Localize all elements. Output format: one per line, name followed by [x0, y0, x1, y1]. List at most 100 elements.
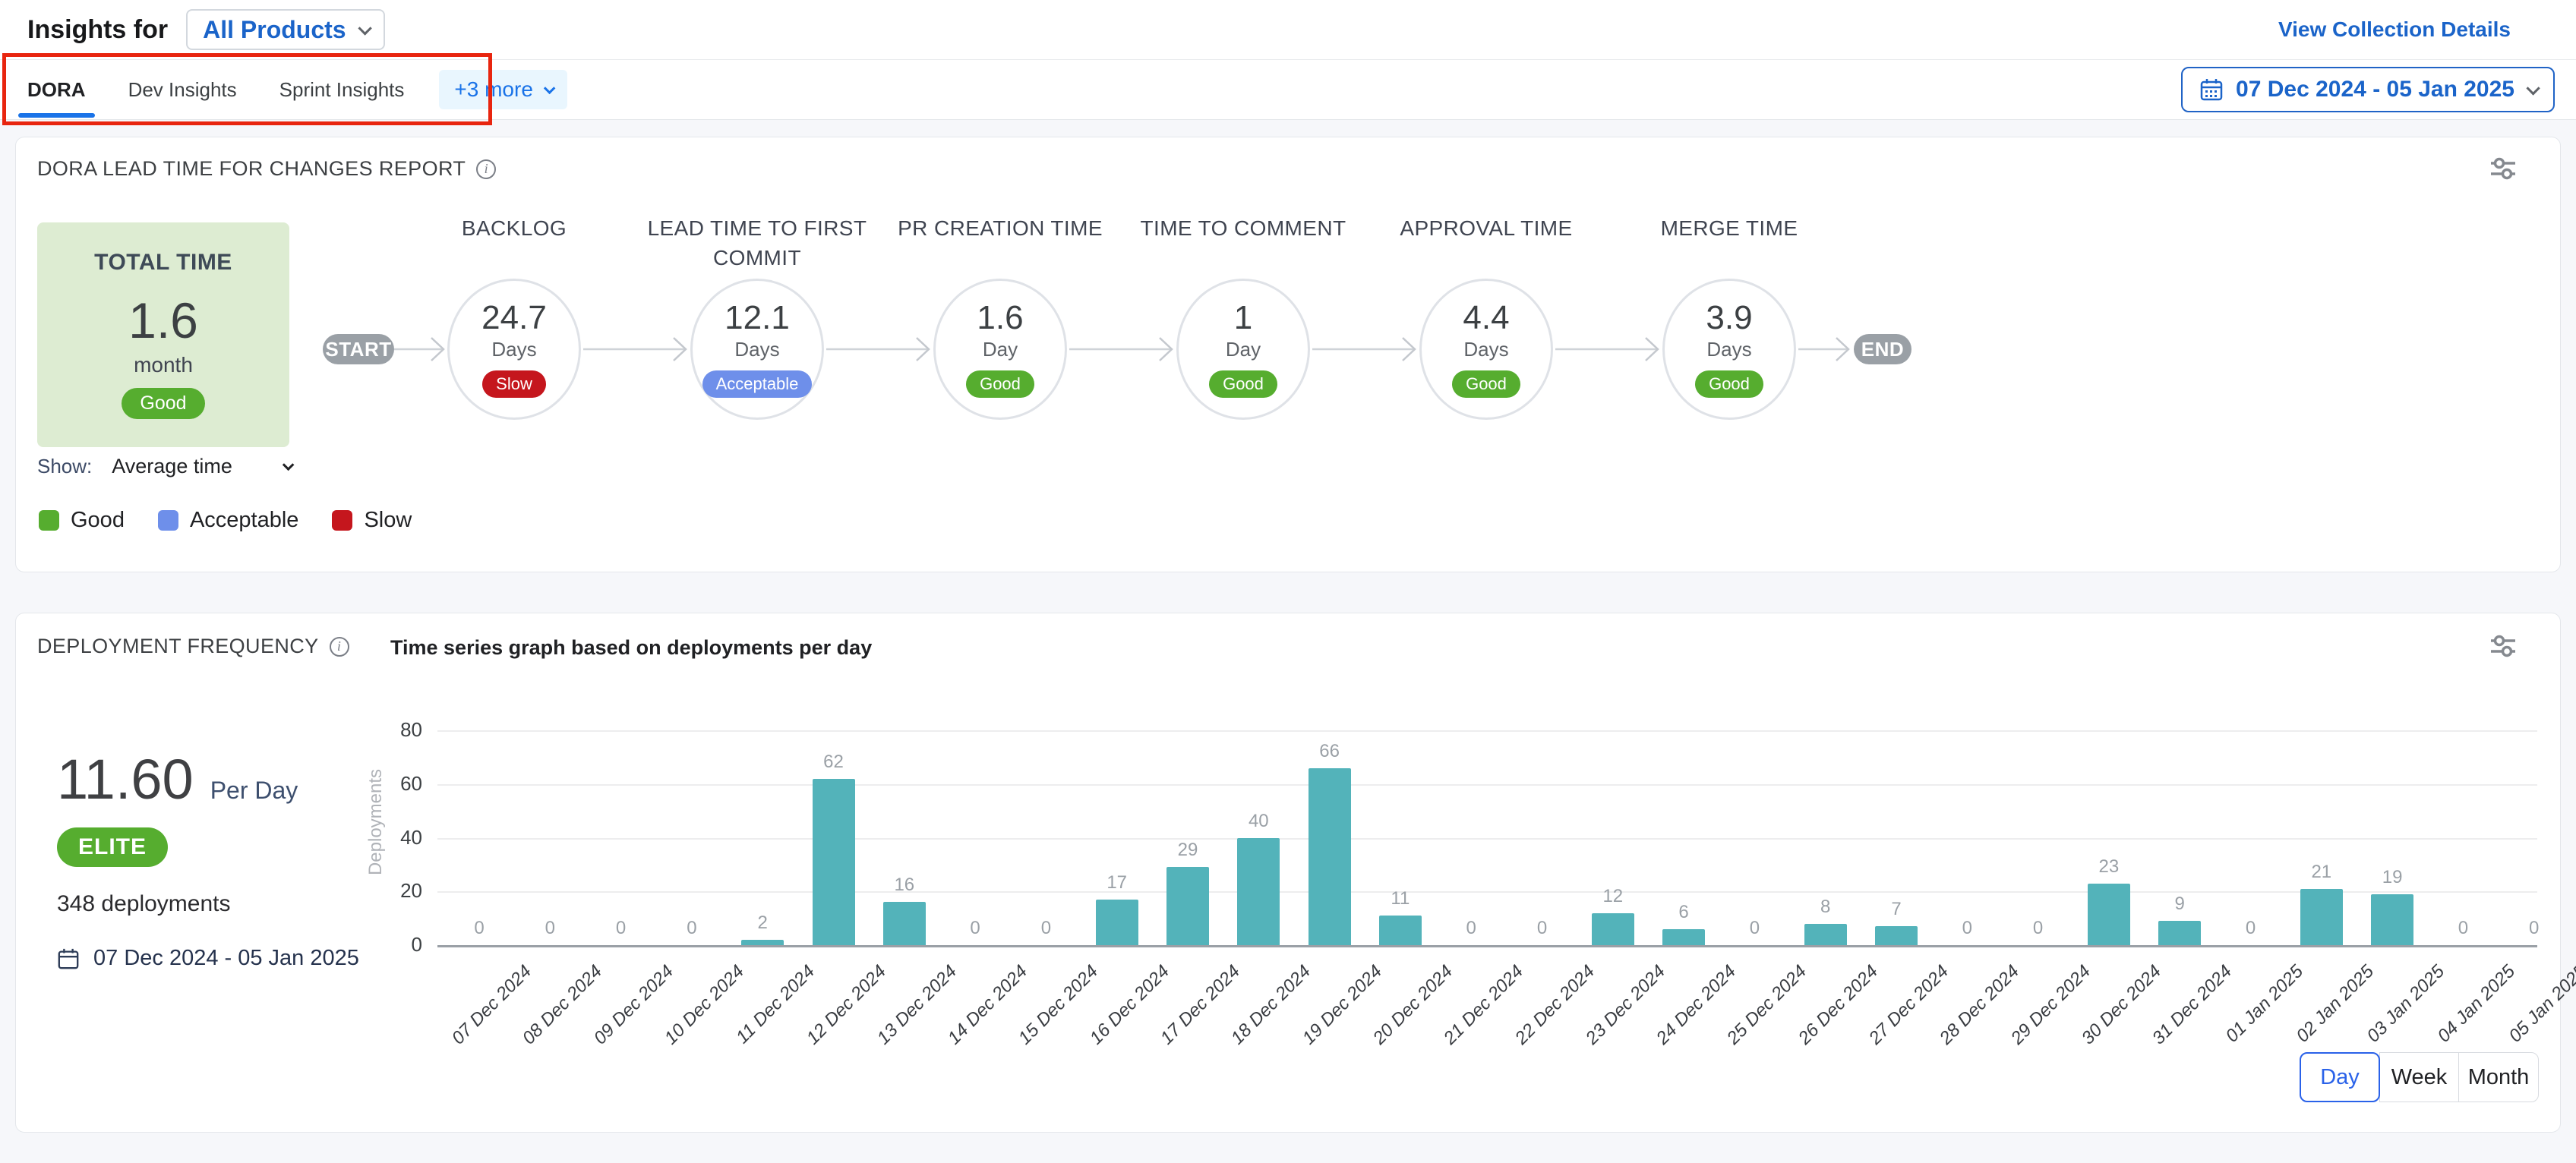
stage-label: PR CREATION TIME: [871, 213, 1129, 243]
granularity-day-button[interactable]: Day: [2300, 1052, 2380, 1102]
info-icon[interactable]: i: [476, 159, 496, 179]
legend-swatch: [332, 510, 352, 531]
bar-value-label: 0: [941, 918, 1009, 939]
x-axis-tick: 21 Dec 2024: [1395, 961, 1528, 1094]
stage-node-merge-time[interactable]: 3.9DaysGood: [1662, 279, 1796, 420]
tab-dev-insights[interactable]: Dev Insights: [124, 60, 242, 119]
stage-node-lead-time-to-first-commit[interactable]: 12.1DaysAcceptable: [690, 279, 824, 420]
x-axis-tick: 30 Dec 2024: [2032, 961, 2165, 1094]
x-axis-tick: 12 Dec 2024: [757, 961, 890, 1094]
granularity-month-button[interactable]: Month: [2458, 1052, 2539, 1102]
bar[interactable]: [2088, 884, 2130, 945]
stage-status-badge: Good: [1695, 370, 1763, 398]
bar-value-label: 0: [445, 918, 513, 939]
bar-value-label: 6: [1649, 902, 1718, 923]
x-axis-tick: 24 Dec 2024: [1608, 961, 1741, 1094]
deployment-frequency-card: DEPLOYMENT FREQUENCY i Time series graph…: [15, 613, 2561, 1133]
legend-item-slow: Slow: [332, 508, 412, 533]
more-tabs-button[interactable]: +3 more: [439, 70, 567, 109]
x-axis-tick: 11 Dec 2024: [687, 961, 819, 1094]
bar-value-label: 0: [1012, 918, 1080, 939]
bar[interactable]: [2300, 889, 2343, 945]
view-collection-details-link[interactable]: View Collection Details: [2278, 17, 2511, 42]
bar-value-label: 62: [800, 752, 868, 773]
legend-label: Slow: [364, 508, 412, 533]
x-axis-tick: 07 Dec 2024: [402, 961, 535, 1094]
stage-status-badge: Good: [966, 370, 1034, 398]
bar[interactable]: [1237, 838, 1280, 946]
x-axis-tick: 22 Dec 2024: [1466, 961, 1599, 1094]
bar[interactable]: [1309, 768, 1351, 945]
bar[interactable]: [1662, 929, 1705, 945]
bar[interactable]: [2158, 921, 2201, 945]
x-axis-tick: 17 Dec 2024: [1111, 961, 1244, 1094]
bar[interactable]: [1592, 913, 1634, 945]
bar-value-label: 2: [728, 912, 797, 934]
total-time-status-badge: Good: [122, 388, 204, 419]
stage-label: TIME TO COMMENT: [1114, 213, 1372, 243]
chart-settings-icon[interactable]: [2489, 156, 2518, 181]
chevron-down-icon: [283, 459, 295, 471]
bar-value-label: 0: [587, 918, 655, 939]
bar-value-label: 8: [1792, 897, 1860, 918]
legend-label: Good: [71, 508, 125, 533]
y-axis-tick: 80: [346, 718, 422, 742]
deployment-rate-value: 11.60: [57, 747, 194, 812]
tab-dora[interactable]: DORA: [23, 60, 90, 119]
tab-sprint-insights[interactable]: Sprint Insights: [275, 60, 409, 119]
active-tab-underline: [18, 113, 95, 118]
info-icon[interactable]: i: [330, 637, 349, 657]
stage-status-badge: Good: [1452, 370, 1520, 398]
bar[interactable]: [741, 940, 784, 945]
stage-node-time-to-comment[interactable]: 1DayGood: [1176, 279, 1310, 420]
flow-end-node: END: [1854, 334, 1911, 364]
bar[interactable]: [1096, 900, 1138, 945]
bar[interactable]: [813, 779, 855, 945]
bar[interactable]: [1379, 916, 1422, 945]
bar-value-label: 0: [1933, 918, 2001, 939]
gridline: [437, 838, 2537, 840]
total-time-label: TOTAL TIME: [94, 250, 232, 276]
x-axis-tick: 26 Dec 2024: [1749, 961, 1882, 1094]
date-range-picker[interactable]: 07 Dec 2024 - 05 Jan 2025: [2181, 67, 2555, 112]
bar[interactable]: [2371, 894, 2413, 945]
gridline: [437, 730, 2537, 732]
total-deployments: 348 deployments: [57, 891, 231, 917]
bar[interactable]: [1166, 867, 1209, 945]
y-axis-tick: 40: [346, 826, 422, 849]
x-axis-tick: 18 Dec 2024: [1182, 961, 1315, 1094]
granularity-week-button[interactable]: Week: [2379, 1052, 2460, 1102]
chart-settings-icon[interactable]: [2489, 633, 2518, 659]
bar[interactable]: [1875, 926, 1918, 945]
bar-value-label: 29: [1154, 840, 1222, 861]
y-axis-tick: 20: [346, 879, 422, 903]
bar-value-label: 0: [1720, 918, 1788, 939]
page-title: Insights for: [27, 15, 168, 45]
bar[interactable]: [883, 902, 926, 945]
x-axis-line: [437, 945, 2537, 947]
stage-label: MERGE TIME: [1600, 213, 1858, 243]
bar-value-label: 0: [658, 918, 726, 939]
show-metric-dropdown[interactable]: Show: Average time: [37, 455, 291, 478]
x-axis-tick: 23 Dec 2024: [1536, 961, 1669, 1094]
x-axis-tick: 25 Dec 2024: [1678, 961, 1811, 1094]
stage-node-backlog[interactable]: 24.7DaysSlow: [447, 279, 581, 420]
stage-node-approval-time[interactable]: 4.4DaysGood: [1419, 279, 1553, 420]
x-axis-tick: 16 Dec 2024: [1040, 961, 1173, 1094]
status-legend: Good Acceptable Slow: [39, 508, 412, 533]
stage-value: 24.7: [481, 301, 547, 336]
x-axis-tick: 31 Dec 2024: [2104, 961, 2237, 1094]
bar-value-label: 0: [2429, 918, 2497, 939]
product-selector-value: All Products: [203, 16, 346, 44]
stage-value: 4.4: [1463, 301, 1509, 336]
calendar-icon: [57, 947, 80, 970]
legend-item-acceptable: Acceptable: [158, 508, 299, 533]
lead-time-title-text: DORA LEAD TIME FOR CHANGES REPORT: [37, 157, 466, 181]
legend-item-good: Good: [39, 508, 125, 533]
product-selector-dropdown[interactable]: All Products: [186, 9, 384, 50]
bar[interactable]: [1804, 924, 1847, 945]
stage-status-badge: Acceptable: [702, 370, 813, 398]
deployment-card-title: DEPLOYMENT FREQUENCY i: [37, 635, 349, 658]
bar-value-label: 23: [2075, 856, 2143, 878]
stage-node-pr-creation-time[interactable]: 1.6DayGood: [933, 279, 1067, 420]
